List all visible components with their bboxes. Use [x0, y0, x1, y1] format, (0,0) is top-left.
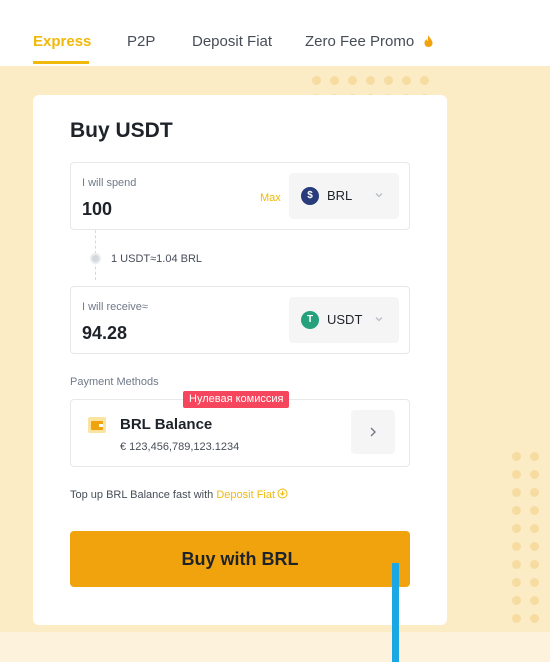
decorative-dot [512, 452, 521, 461]
payment-methods-label: Payment Methods [70, 376, 159, 388]
spend-amount-input[interactable]: 100 [82, 199, 112, 220]
page-footer-background [0, 632, 550, 662]
decorative-dot [420, 76, 429, 85]
decorative-dot [530, 506, 539, 515]
wallet-icon [88, 417, 106, 433]
spend-currency-code: BRL [327, 188, 353, 203]
deposit-fiat-link[interactable]: Deposit Fiat [216, 488, 288, 501]
deposit-fiat-link-label: Deposit Fiat [216, 489, 276, 501]
decorative-dot [530, 596, 539, 605]
cursor-indicator [392, 563, 399, 662]
payment-method-name: BRL Balance [120, 416, 213, 433]
decorative-dot [530, 488, 539, 497]
decorative-dot [530, 614, 539, 623]
decorative-dot [512, 542, 521, 551]
payment-method-select-button[interactable] [351, 410, 395, 454]
buy-button[interactable]: Buy with BRL [70, 531, 410, 587]
chevron-down-icon [375, 317, 383, 322]
decorative-dot [530, 542, 539, 551]
topup-text: Top up BRL Balance fast with [70, 489, 217, 501]
spend-field: I will spend 100 Max $ BRL [70, 162, 410, 230]
active-tab-indicator [33, 61, 89, 64]
usdt-coin-icon: T [301, 311, 319, 329]
tab-zero-fee-promo[interactable]: Zero Fee Promo [305, 33, 433, 50]
receive-currency-code: USDT [327, 312, 363, 327]
decorative-dot [384, 76, 393, 85]
decorative-dot [312, 76, 321, 85]
decorative-dot [530, 578, 539, 587]
decorative-dot [348, 76, 357, 85]
decorative-dot [530, 470, 539, 479]
receive-label: I will receive≈ [82, 301, 148, 313]
decorative-dot [512, 524, 521, 533]
payment-method-card[interactable]: Нулевая комиссия BRL Balance € 123,456,7… [70, 391, 410, 467]
decorative-dot [512, 596, 521, 605]
tab-bar: Express P2P Deposit Fiat Zero Fee Promo [0, 0, 550, 66]
decorative-dot [512, 614, 521, 623]
zero-fee-badge: Нулевая комиссия [183, 391, 290, 408]
tab-zero-fee-promo-label: Zero Fee Promo [305, 33, 415, 50]
decorative-dot [512, 488, 521, 497]
fire-icon [424, 35, 433, 47]
decorative-dot [330, 76, 339, 85]
spend-currency-select[interactable]: $ BRL [289, 173, 399, 219]
decorative-dot [512, 578, 521, 587]
rate-dot-icon [90, 253, 101, 264]
decorative-dot [512, 560, 521, 569]
decorative-dot [512, 506, 521, 515]
decorative-dot [402, 76, 411, 85]
spend-label: I will spend [82, 177, 137, 189]
buy-card: Buy USDT I will spend 100 Max $ BRL 1 US… [33, 95, 447, 625]
tab-deposit-fiat[interactable]: Deposit Fiat [192, 33, 272, 50]
page-title: Buy USDT [70, 119, 173, 142]
decorative-dot [366, 76, 375, 85]
decorative-dot [512, 470, 521, 479]
receive-field: I will receive≈ 94.28 T USDT [70, 286, 410, 354]
receive-currency-select[interactable]: T USDT [289, 297, 399, 343]
tab-p2p[interactable]: P2P [127, 33, 155, 50]
receive-amount-input[interactable]: 94.28 [82, 323, 127, 344]
tab-express[interactable]: Express [33, 33, 91, 50]
topup-hint: Top up BRL Balance fast with Deposit Fia… [70, 488, 288, 501]
payment-method-balance: € 123,456,789,123.1234 [120, 441, 240, 453]
decorative-dot [530, 560, 539, 569]
decorative-dot [530, 524, 539, 533]
chevron-right-icon [370, 427, 376, 437]
decorative-dot [530, 452, 539, 461]
chevron-down-icon [375, 193, 383, 198]
exchange-rate: 1 USDT≈1.04 BRL [111, 253, 203, 265]
arrow-circle-icon [277, 488, 288, 499]
max-button[interactable]: Max [260, 192, 281, 204]
brl-coin-icon: $ [301, 187, 319, 205]
